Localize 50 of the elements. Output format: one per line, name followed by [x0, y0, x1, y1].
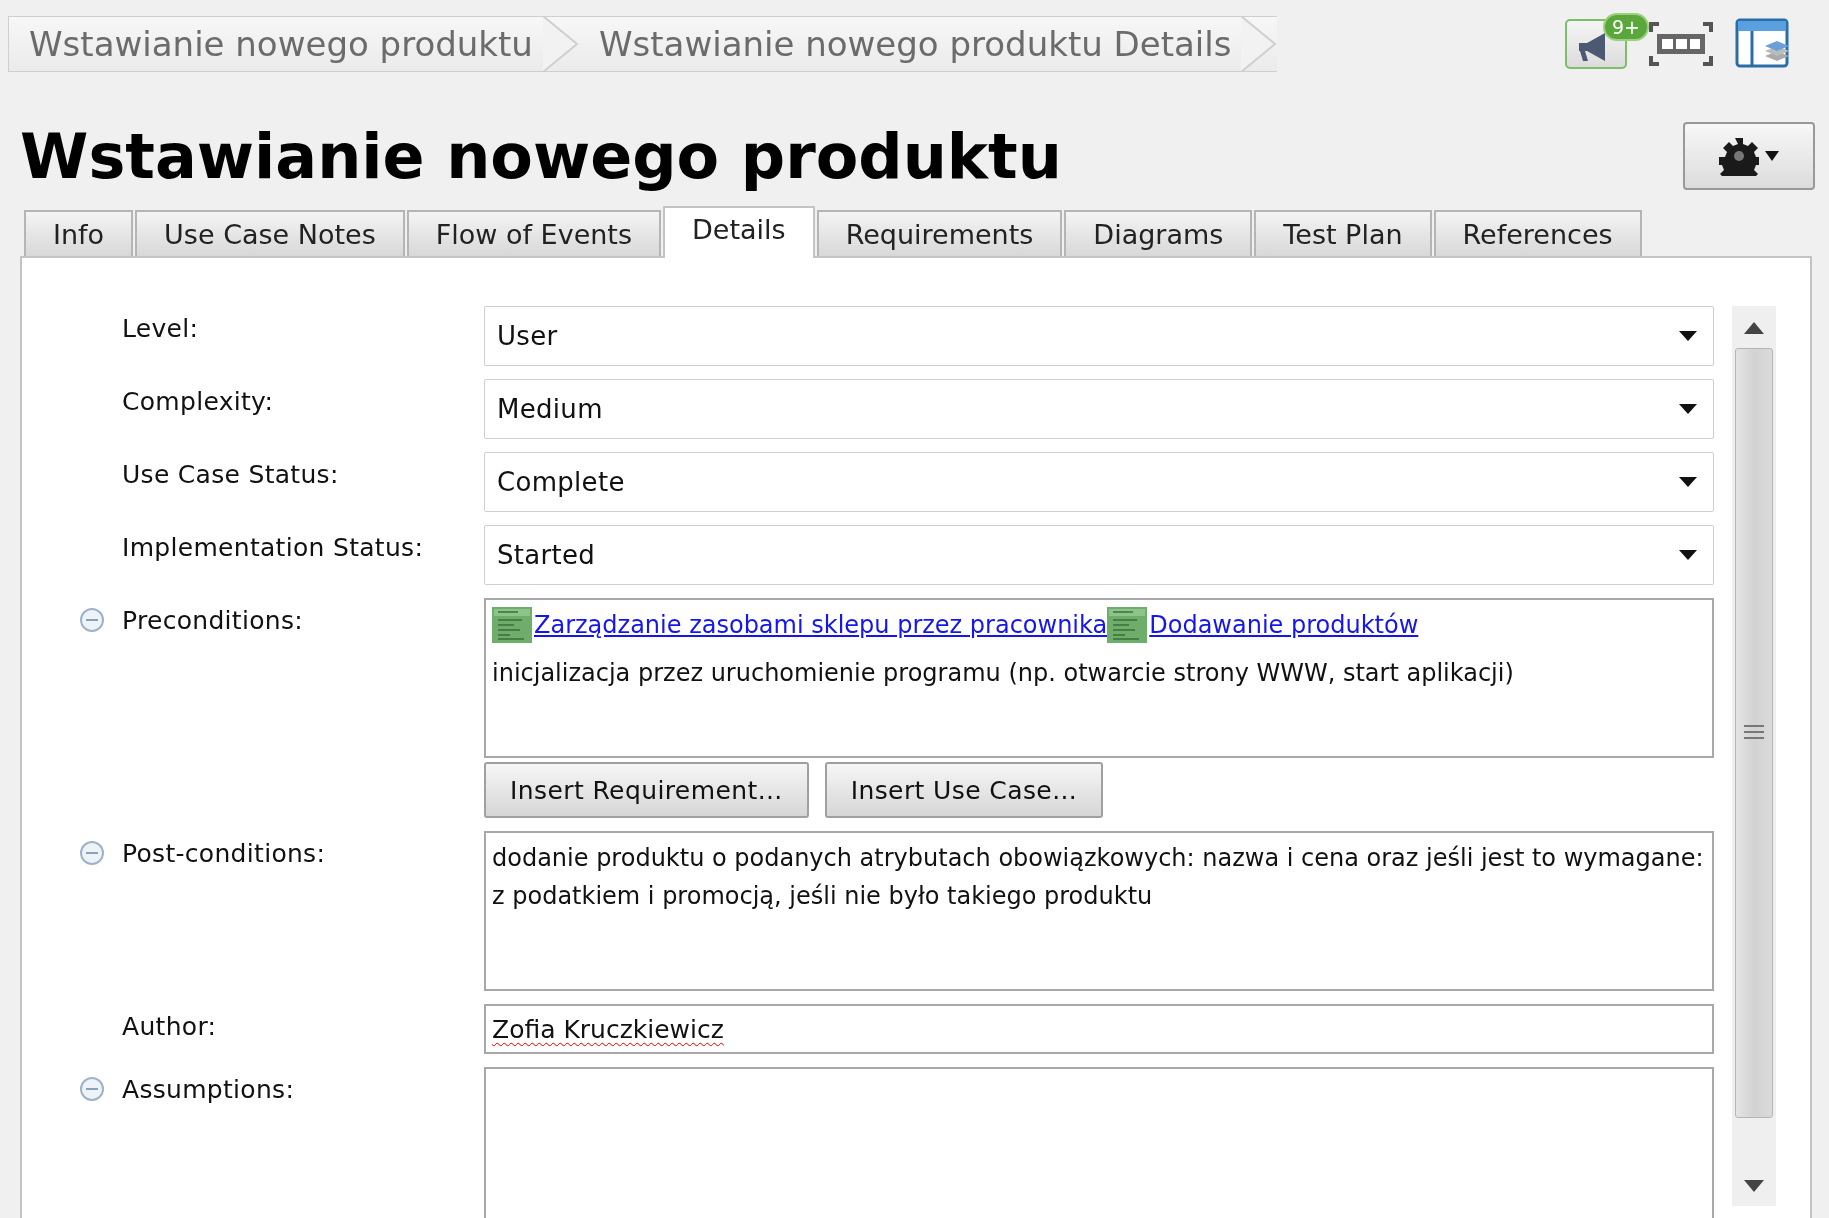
field-label: Assumptions:: [122, 1075, 295, 1104]
field-label: Author:: [122, 1012, 217, 1041]
notification-badge: 9+: [1603, 13, 1649, 41]
tab[interactable]: Use Case Notes: [135, 210, 405, 256]
scroll-thumb[interactable]: [1735, 348, 1773, 1118]
fullscreen-icon[interactable]: [1649, 22, 1713, 66]
document-icon: [1107, 607, 1148, 643]
dropdown[interactable]: User: [484, 306, 1714, 366]
collapse-icon[interactable]: [78, 1075, 106, 1103]
text-field[interactable]: Zofia Kruczkiewicz: [484, 1004, 1714, 1054]
dropdown[interactable]: Started: [484, 525, 1714, 585]
field-label: Post-conditions:: [122, 839, 326, 868]
link[interactable]: Dodawanie produktów: [1149, 606, 1419, 644]
settings-icon: [1719, 136, 1759, 176]
field-label: Complexity:: [122, 387, 274, 416]
dropdown[interactable]: Medium: [484, 379, 1714, 439]
collapse-icon[interactable]: [78, 839, 106, 867]
link[interactable]: Zarządzanie zasobami sklepu przez pracownika: [534, 606, 1108, 644]
breadcrumb-item[interactable]: Wstawianie nowego produktu Details: [578, 17, 1242, 71]
tab[interactable]: Test Plan: [1254, 210, 1432, 256]
field-label: Preconditions:: [122, 606, 303, 635]
text-content: dodanie produktu o podanych atrybutach obowiązkowych: nazwa i cena oraz jeśli jest to wymagane: z podatkiem i promocją, jeśli nie było takiego produktu: [492, 843, 1705, 912]
dropdown[interactable]: Complete: [484, 452, 1714, 512]
tab[interactable]: Diagrams: [1064, 210, 1253, 256]
caret-icon: [1679, 404, 1697, 414]
document-icon: [492, 607, 532, 643]
text-area[interactable]: Zarządzanie zasobami sklepu przez pracownika Dodawanie produktów inicjalizacja przez uruchomienie programu (np. otwarcie strony WWW, start aplikacji): [484, 598, 1714, 758]
caret-icon: [1765, 151, 1779, 161]
text-content: inicjalizacja przez uruchomienie programu (np. otwarcie strony WWW, start aplikacji): [492, 658, 1515, 689]
collapse-icon[interactable]: [78, 606, 106, 634]
tab[interactable]: Flow of Events: [406, 210, 662, 256]
insert-button[interactable]: Insert Requirement...: [484, 762, 809, 818]
field-label: Implementation Status:: [122, 533, 424, 562]
caret-icon: [1679, 550, 1697, 560]
settings-menu-button[interactable]: [1683, 122, 1815, 190]
scroll-down-icon[interactable]: [1744, 1180, 1764, 1192]
insert-button[interactable]: Insert Use Case...: [824, 762, 1104, 818]
tab[interactable]: Details: [663, 206, 815, 258]
tab[interactable]: References: [1433, 210, 1642, 256]
scroll-up-icon[interactable]: [1744, 322, 1764, 334]
field-label: Level:: [122, 314, 199, 343]
scrollbar[interactable]: [1732, 306, 1776, 1206]
breadcrumb-item[interactable]: Wstawianie nowego produktu: [9, 17, 543, 71]
page-title: Wstawianie nowego produktu: [20, 119, 1062, 193]
text-area[interactable]: dodanie produktu o podanych atrybutach obowiązkowych: nazwa i cena oraz jeśli jest to wymagane: z podatkiem i promocją, jeśli nie było takiego produktu: [484, 831, 1714, 991]
field-label: Use Case Status:: [122, 460, 339, 489]
caret-icon: [1679, 331, 1697, 341]
tab[interactable]: Info: [24, 210, 134, 256]
caret-icon: [1679, 477, 1697, 487]
tab[interactable]: Requirements: [816, 210, 1063, 256]
